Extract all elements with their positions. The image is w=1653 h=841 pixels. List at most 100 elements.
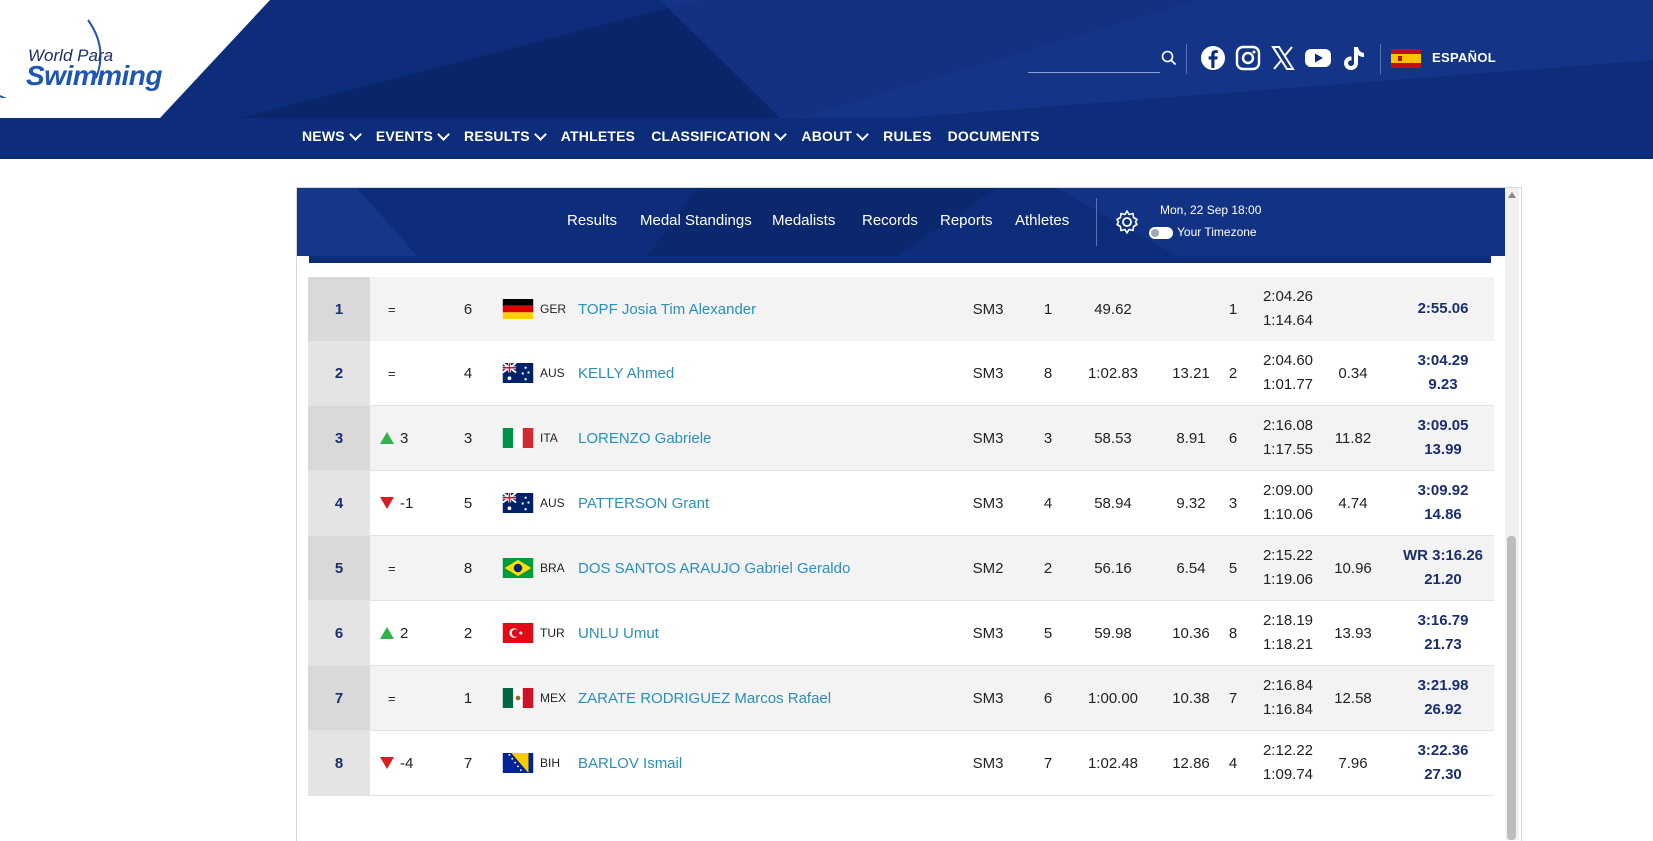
lane-cell: 4: [463, 364, 473, 382]
athlete-name-link[interactable]: BARLOV Ismail: [578, 731, 682, 795]
rank-cell: 8: [308, 731, 370, 795]
split1-rank: 5: [1043, 624, 1053, 642]
split1-rank: 6: [1043, 689, 1053, 707]
lane-cell: 1: [463, 689, 473, 707]
final-time-value: 2:55.06: [1417, 300, 1469, 317]
search-icon[interactable]: [1160, 49, 1178, 67]
split2-lap: 1:09.74: [1262, 766, 1314, 783]
athlete-name-link[interactable]: LORENZO Gabriele: [578, 406, 711, 470]
table-row[interactable]: 7 = 1 MEX ZARATE RODRIGUEZ Marcos Rafael SM3 6…: [308, 666, 1494, 731]
table-header-strip: [309, 256, 1491, 263]
rank-change: =: [388, 690, 396, 706]
results-subnav: Results Medal Standings Medalists Record…: [297, 188, 1505, 256]
split2-time: 2:16.84 1:16.84: [1253, 666, 1323, 730]
rank-cell: 1: [308, 277, 370, 341]
split2-lap: 1:01.77: [1262, 376, 1314, 393]
tab-records[interactable]: Records: [862, 212, 918, 229]
tab-reports[interactable]: Reports: [940, 212, 993, 229]
split1-rank: 7: [1043, 754, 1053, 772]
table-row[interactable]: 4 -1 5 AUS PATTERSON Grant SM3 4 58.94 9.32 3 2:09…: [308, 471, 1494, 536]
country-flag-icon: [502, 299, 534, 319]
final-time: 3:04.29 9.23: [1393, 341, 1493, 405]
final-time-value: 3:09.05: [1417, 417, 1469, 434]
sport-class: SM3: [972, 300, 1004, 318]
country-flag-icon: [502, 688, 534, 708]
rank-up-arrow-icon: [380, 627, 394, 639]
nav-athletes[interactable]: ATHLETES: [561, 128, 635, 144]
table-row[interactable]: 8 -4 7 BIH BARLOV Ismail SM3 7 1:02.48 12.86 4 2:1…: [308, 731, 1494, 796]
split2-cumulative: 2:16.08: [1262, 417, 1314, 434]
table-row[interactable]: 1 = 6 GER TOPF Josia Tim Alexander SM3 1 49.62 1…: [308, 277, 1494, 342]
sport-class: SM3: [972, 689, 1004, 707]
final-time-value: 3:21.98: [1417, 677, 1469, 694]
nav-events[interactable]: EVENTS: [376, 127, 450, 144]
scrollbar-thumb[interactable]: [1507, 536, 1516, 840]
x-icon[interactable]: [1269, 44, 1297, 72]
tab-medal-standings[interactable]: Medal Standings: [640, 212, 752, 229]
tiktok-icon[interactable]: [1339, 44, 1367, 72]
subnav-divider: [1096, 198, 1097, 246]
nav-rules[interactable]: RULES: [883, 128, 931, 144]
facebook-icon[interactable]: [1199, 44, 1227, 72]
split2-rank: 6: [1228, 429, 1238, 447]
spain-flag-icon[interactable]: [1391, 49, 1421, 68]
final-time-diff: 13.99: [1424, 441, 1462, 458]
language-switch[interactable]: ESPAÑOL: [1432, 50, 1496, 65]
search-input[interactable]: [1028, 46, 1160, 73]
youtube-icon[interactable]: [1304, 44, 1332, 72]
athlete-name-link[interactable]: ZARATE RODRIGUEZ Marcos Rafael: [578, 666, 831, 730]
split2-rank: 8: [1228, 624, 1238, 642]
rank-change-cell: 2: [380, 601, 440, 665]
noc-code: AUS: [540, 496, 565, 510]
split2-lap: 1:10.06: [1262, 506, 1314, 523]
split2-lap: 1:18.21: [1262, 636, 1314, 653]
split2-time: 2:16.08 1:17.55: [1253, 406, 1323, 470]
chevron-down-icon: [533, 127, 547, 141]
sport-class: SM3: [972, 624, 1004, 642]
table-row[interactable]: 2 = 4 AUS KELLY Ahmed SM3 8 1:02.83 13.21 2 2:04.6…: [308, 341, 1494, 406]
scroll-up-arrow-icon[interactable]: [1508, 192, 1516, 198]
split1-time: 1:02.83: [1087, 364, 1139, 382]
rank-change: -1: [400, 494, 414, 512]
split2-time: 2:04.26 1:14.64: [1253, 277, 1323, 341]
athlete-name-link[interactable]: KELLY Ahmed: [578, 341, 674, 405]
rank-change-cell: =: [380, 341, 440, 405]
athlete-name-link[interactable]: UNLU Umut: [578, 601, 659, 665]
athlete-name-link[interactable]: DOS SANTOS ARAUJO Gabriel Geraldo: [578, 536, 850, 600]
rank-change: -4: [400, 754, 414, 772]
nav-about[interactable]: ABOUT: [801, 127, 870, 144]
chevron-down-icon: [856, 127, 870, 141]
tab-athletes[interactable]: Athletes: [1015, 212, 1069, 229]
rank-cell: 4: [308, 471, 370, 535]
rank-cell: 6: [308, 601, 370, 665]
split1-rank: 1: [1043, 300, 1053, 318]
split2-lap: 1:16.84: [1262, 701, 1314, 718]
athlete-name-link[interactable]: PATTERSON Grant: [578, 471, 709, 535]
lane-cell: 3: [463, 429, 473, 447]
final-time: 2:55.06: [1393, 277, 1493, 341]
noc-code: TUR: [540, 626, 565, 640]
split1-time: 58.53: [1094, 429, 1132, 447]
split2-diff: [1318, 277, 1388, 341]
timezone-toggle[interactable]: [1149, 227, 1173, 239]
country-flag-icon: [502, 753, 534, 773]
athlete-name-link[interactable]: TOPF Josia Tim Alexander: [578, 277, 756, 341]
split2-diff: 10.96: [1334, 559, 1372, 577]
rank-change: 3: [400, 429, 409, 447]
nav-news[interactable]: NEWS: [302, 127, 362, 144]
tab-results[interactable]: Results: [567, 212, 617, 229]
sport-class: SM3: [972, 754, 1004, 772]
table-row[interactable]: 6 2 2 TUR UNLU Umut SM3 5 59.98 10.36 8 2:18.19 1:1…: [308, 601, 1494, 666]
nav-results[interactable]: RESULTS: [464, 127, 547, 144]
nav-classification[interactable]: CLASSIFICATION: [651, 127, 788, 144]
tab-medalists[interactable]: Medalists: [772, 212, 835, 229]
instagram-icon[interactable]: [1234, 44, 1262, 72]
gear-icon[interactable]: [1114, 209, 1140, 235]
table-row[interactable]: 3 3 3 ITA LORENZO Gabriele SM3 3 58.53 8.91 6 2:16…: [308, 406, 1494, 471]
table-row[interactable]: 5 = 8 BRA DOS SANTOS ARAUJO Gabriel Geraldo S…: [308, 536, 1494, 601]
final-time: 3:09.92 14.86: [1393, 471, 1493, 535]
lane-cell: 2: [463, 624, 473, 642]
nav-documents[interactable]: DOCUMENTS: [948, 128, 1040, 144]
final-time: 3:21.98 26.92: [1393, 666, 1493, 730]
sport-class: SM2: [972, 559, 1004, 577]
